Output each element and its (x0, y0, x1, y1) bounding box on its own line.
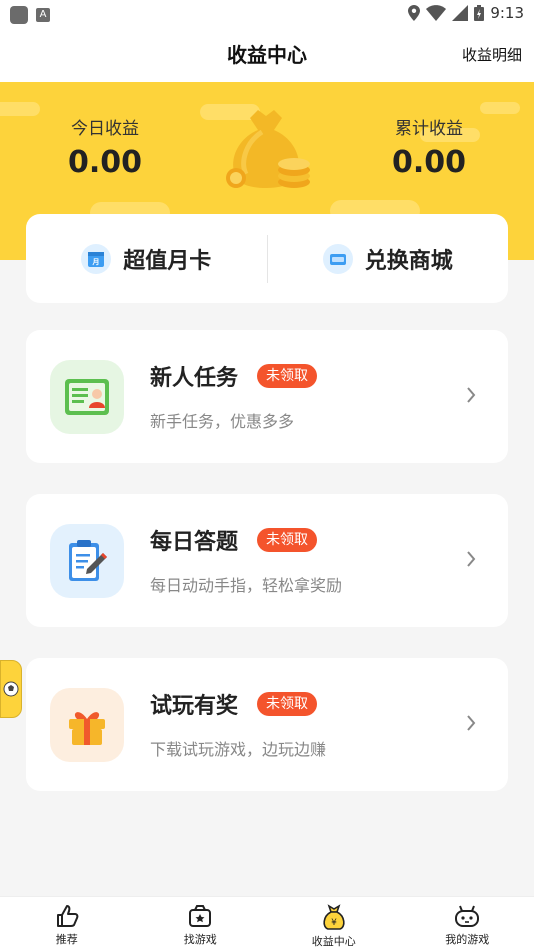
notification-icon (10, 6, 28, 24)
today-earnings: 今日收益 0.00 (25, 114, 185, 180)
today-earnings-value: 0.00 (67, 145, 143, 180)
total-earnings-value: 0.00 (391, 145, 467, 180)
exchange-store-label: 兑换商城 (364, 248, 453, 274)
chevron-right-icon (467, 551, 476, 567)
status-badge: 未领取 (257, 364, 317, 388)
tab-recommend[interactable]: 推荐 (0, 897, 134, 950)
monthly-card-button[interactable]: 月 超值月卡 (26, 243, 267, 275)
like-icon (56, 905, 79, 927)
location-icon (408, 5, 421, 21)
task-title: 试玩有奖 (150, 694, 239, 719)
svg-text:¥: ¥ (331, 918, 337, 928)
store-icon (322, 243, 353, 274)
svg-text:月: 月 (92, 258, 100, 266)
wifi-icon (426, 5, 447, 21)
task-card-trial-reward[interactable]: 试玩有奖 未领取 下载试玩游戏，边玩边赚 (26, 658, 508, 791)
task-description: 新手任务，优惠多多 (150, 412, 295, 431)
total-earnings: 累计收益 0.00 (349, 114, 509, 180)
task-card-newbie[interactable]: 新人任务 未领取 新手任务，优惠多多 (26, 330, 508, 463)
status-bar: A 9:13 (0, 0, 534, 28)
page-title: 收益中心 (227, 43, 307, 67)
game-box-icon (189, 905, 212, 927)
monthly-card-label: 超值月卡 (123, 248, 212, 274)
calendar-icon: 月 (81, 243, 112, 274)
task-title: 新人任务 (150, 366, 239, 391)
task-title: 每日答题 (150, 530, 239, 555)
battery-icon (474, 5, 485, 21)
tab-my-games[interactable]: 我的游戏 (401, 897, 534, 950)
keyboard-indicator-icon: A (36, 8, 50, 22)
money-bag-icon (226, 110, 310, 188)
chevron-right-icon (467, 387, 476, 403)
signal-icon (452, 5, 469, 21)
status-badge: 未领取 (257, 528, 317, 552)
robot-icon (455, 905, 480, 927)
task-card-daily-quiz[interactable]: 每日答题 未领取 每日动动手指，轻松拿奖励 (26, 494, 508, 627)
status-badge: 未领取 (257, 692, 317, 716)
tab-label: 收益中心 (311, 935, 356, 948)
top-app-bar: 收益中心 收益明细 (0, 28, 534, 82)
exchange-store-button[interactable]: 兑换商城 (268, 243, 509, 275)
floating-side-button[interactable] (0, 660, 22, 718)
id-card-icon (50, 360, 124, 434)
tab-find-games[interactable]: 找游戏 (134, 897, 268, 950)
today-earnings-label: 今日收益 (71, 119, 139, 139)
soccer-ball-icon (3, 681, 19, 697)
tab-label: 找游戏 (183, 933, 217, 946)
clock: 9:13 (490, 4, 524, 22)
tab-label: 推荐 (55, 933, 78, 946)
tab-earnings-center[interactable]: ¥ 收益中心 (267, 897, 401, 950)
money-bag-icon: ¥ (323, 904, 345, 930)
chevron-right-icon (467, 715, 476, 731)
cloud-decoration (480, 102, 520, 114)
clipboard-icon (50, 524, 124, 598)
bottom-tab-bar: 推荐 找游戏 ¥ 收益中心 我的游戏 (0, 896, 534, 950)
tab-label: 我的游戏 (445, 933, 490, 946)
task-description: 下载试玩游戏，边玩边赚 (150, 740, 327, 759)
earnings-detail-link[interactable]: 收益明细 (462, 28, 522, 82)
quick-actions-card: 月 超值月卡 兑换商城 (26, 214, 508, 303)
total-earnings-label: 累计收益 (395, 119, 463, 139)
gift-icon (50, 688, 124, 762)
task-description: 每日动动手指，轻松拿奖励 (150, 576, 343, 595)
